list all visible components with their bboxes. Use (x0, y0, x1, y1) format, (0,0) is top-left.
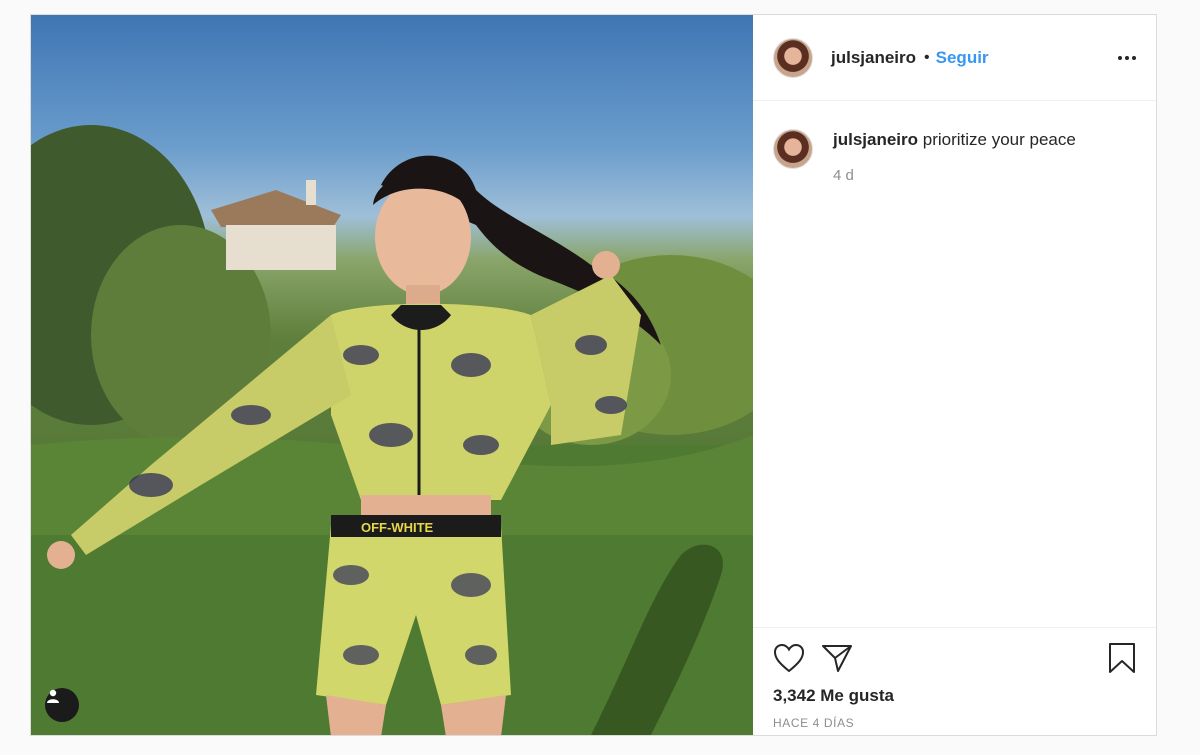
more-options-icon[interactable] (1118, 50, 1136, 66)
post-card: OFF-WHITE julsjaneiro • Seguir julsjanei… (30, 14, 1157, 736)
caption: julsjaneiro prioritize your peace (833, 129, 1076, 151)
avatar[interactable] (773, 37, 813, 78)
caption-username[interactable]: julsjaneiro (833, 130, 918, 149)
caption-text: prioritize your peace (922, 130, 1076, 149)
caption-body: julsjaneiro prioritize your peace 4 d (833, 129, 1076, 184)
caption-row: julsjaneiro prioritize your peace 4 d (773, 129, 1136, 184)
comments-section: julsjaneiro prioritize your peace 4 d (753, 101, 1156, 627)
post-side-panel: julsjaneiro • Seguir julsjaneiro priorit… (753, 15, 1156, 735)
follow-button[interactable]: Seguir (936, 48, 989, 68)
post-image[interactable]: OFF-WHITE (31, 15, 753, 735)
caption-timestamp[interactable]: 4 d (833, 167, 1076, 184)
svg-text:OFF-WHITE: OFF-WHITE (361, 520, 434, 535)
person-icon (47, 689, 59, 703)
user-tag-icon[interactable] (45, 688, 79, 722)
likes-count[interactable]: 3,342 Me gusta (773, 686, 1136, 706)
username-link[interactable]: julsjaneiro (831, 48, 916, 68)
paper-plane-icon[interactable] (821, 643, 853, 673)
separator-dot: • (924, 48, 930, 66)
post-date[interactable]: HACE 4 DÍAS (773, 716, 1136, 730)
caption-avatar[interactable] (773, 129, 813, 169)
photo-illustration: OFF-WHITE (31, 125, 753, 735)
heart-icon[interactable] (773, 643, 805, 673)
bookmark-icon[interactable] (1108, 642, 1136, 674)
action-bar (773, 642, 1136, 674)
actions-area: 3,342 Me gusta HACE 4 DÍAS (753, 627, 1156, 735)
post-header: julsjaneiro • Seguir (753, 15, 1156, 101)
